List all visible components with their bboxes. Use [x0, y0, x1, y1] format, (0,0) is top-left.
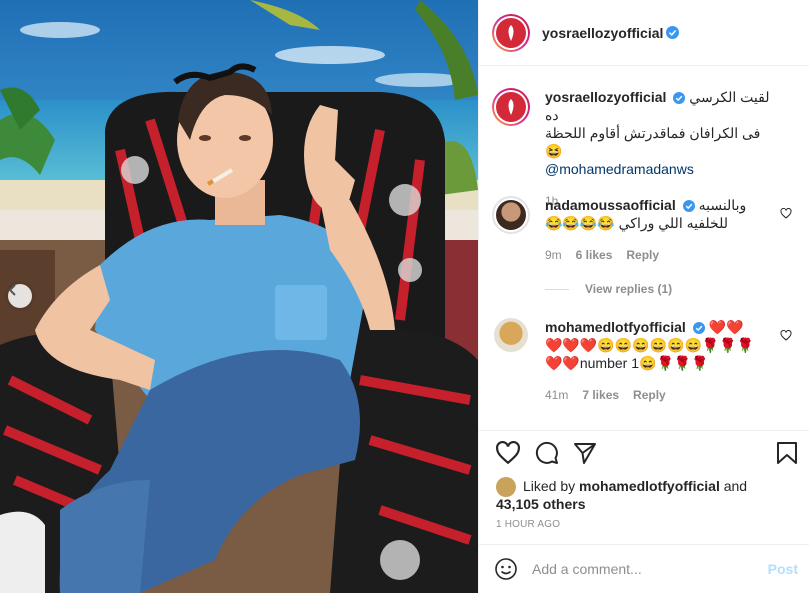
comment-time[interactable]: 41m: [545, 386, 568, 404]
profile-logo-icon: [508, 24, 514, 41]
comment-time[interactable]: 9m: [545, 246, 562, 264]
commenter-username[interactable]: mohamedlotfyofficial: [545, 319, 686, 335]
comment-text-line3: ❤️❤️number 1😄🌹🌹🌹: [545, 355, 709, 371]
comment-row: mohamedlotfyofficial ❤️❤️ ❤️❤️❤️😄😄😄😄😄😄🌹🌹…: [492, 318, 802, 418]
like-comment-heart-icon[interactable]: [780, 208, 792, 219]
comment-text-line1: ❤️❤️: [708, 319, 744, 335]
caption-text-line2: فى الكرافان فماقدرتش أقاوم اللحظة 😆: [545, 125, 761, 159]
liker-username[interactable]: mohamedlotfyofficial: [579, 478, 720, 494]
comment-input[interactable]: Add a comment...: [532, 561, 768, 577]
commenter-username[interactable]: nadamoussaofficial: [545, 197, 676, 213]
commenter-avatar[interactable]: [492, 196, 530, 234]
comment-body: mohamedlotfyofficial ❤️❤️ ❤️❤️❤️😄😄😄😄😄😄🌹🌹…: [545, 318, 777, 404]
bookmark-icon[interactable]: [776, 441, 798, 465]
comment-text-line1: وبالنسبه: [698, 197, 747, 213]
caption-mention-link[interactable]: @mohamedramadanws: [545, 160, 777, 178]
view-replies-button[interactable]: View replies (1): [545, 282, 672, 296]
caption-body: yosraellozyofficial لقيت الكرسي ده فى ال…: [545, 88, 777, 210]
comment-likes[interactable]: 7 likes: [582, 386, 619, 404]
emoji-icon[interactable]: [494, 557, 518, 581]
profile-logo-icon: [508, 99, 514, 115]
chevron-left-icon: [8, 284, 16, 296]
post-side-panel: yosraellozyofficial yosraellozyofficial …: [478, 0, 809, 593]
post-comment-button[interactable]: Post: [768, 561, 798, 577]
post-photo[interactable]: [0, 0, 478, 593]
comment-icon[interactable]: [535, 441, 559, 465]
commenter-avatar[interactable]: [494, 318, 528, 352]
post-header: yosraellozyofficial: [479, 0, 809, 66]
post-timestamp[interactable]: 1 HOUR AGO: [496, 519, 560, 530]
comment-likes[interactable]: 6 likes: [576, 246, 613, 264]
likes-others-link[interactable]: 43,105 others: [496, 496, 586, 512]
reply-button[interactable]: Reply: [633, 386, 666, 404]
caption-avatar[interactable]: [492, 88, 530, 126]
view-replies-label[interactable]: View replies (1): [585, 282, 672, 296]
caption-username[interactable]: yosraellozyofficial: [545, 89, 666, 105]
like-comment-heart-icon[interactable]: [780, 330, 792, 341]
author-avatar[interactable]: [492, 13, 530, 52]
post-actions: Liked by mohamedlotfyofficial and 43,105…: [479, 430, 809, 544]
comment-row: nadamoussaofficial وبالنسبه للخلفيه اللي…: [492, 196, 802, 306]
verified-badge-icon: [682, 200, 695, 212]
previous-image-button[interactable]: [8, 284, 32, 308]
instagram-post-view: yosraellozyofficial yosraellozyofficial …: [0, 0, 809, 593]
reply-button[interactable]: Reply: [626, 246, 659, 264]
likes-and: and: [723, 478, 748, 494]
post-photo-illustration: [0, 0, 478, 593]
comment-text-line2: للخلفيه اللي وراكي 😂😂😂😂: [545, 215, 728, 231]
heart-icon[interactable]: [495, 441, 521, 465]
replies-divider: [545, 288, 569, 290]
comments-list[interactable]: yosraellozyofficial لقيت الكرسي ده فى ال…: [479, 66, 809, 430]
liker-avatar[interactable]: [496, 477, 516, 497]
comment-text-line2: ❤️❤️❤️😄😄😄😄😄😄🌹🌹🌹: [545, 337, 755, 353]
share-icon[interactable]: [573, 441, 597, 465]
comment-body: nadamoussaofficial وبالنسبه للخلفيه اللي…: [545, 196, 777, 264]
likes-prefix: Liked by: [523, 478, 576, 494]
verified-badge-icon: [692, 322, 705, 334]
likes-summary: Liked by mohamedlotfyofficial and 43,105…: [496, 477, 796, 513]
comment-composer: Add a comment... Post: [479, 544, 809, 593]
author-username[interactable]: yosraellozyofficial: [542, 25, 663, 41]
verified-badge-icon: [673, 92, 686, 104]
caption-row: yosraellozyofficial لقيت الكرسي ده فى ال…: [492, 88, 802, 208]
verified-badge-icon: [666, 26, 680, 39]
